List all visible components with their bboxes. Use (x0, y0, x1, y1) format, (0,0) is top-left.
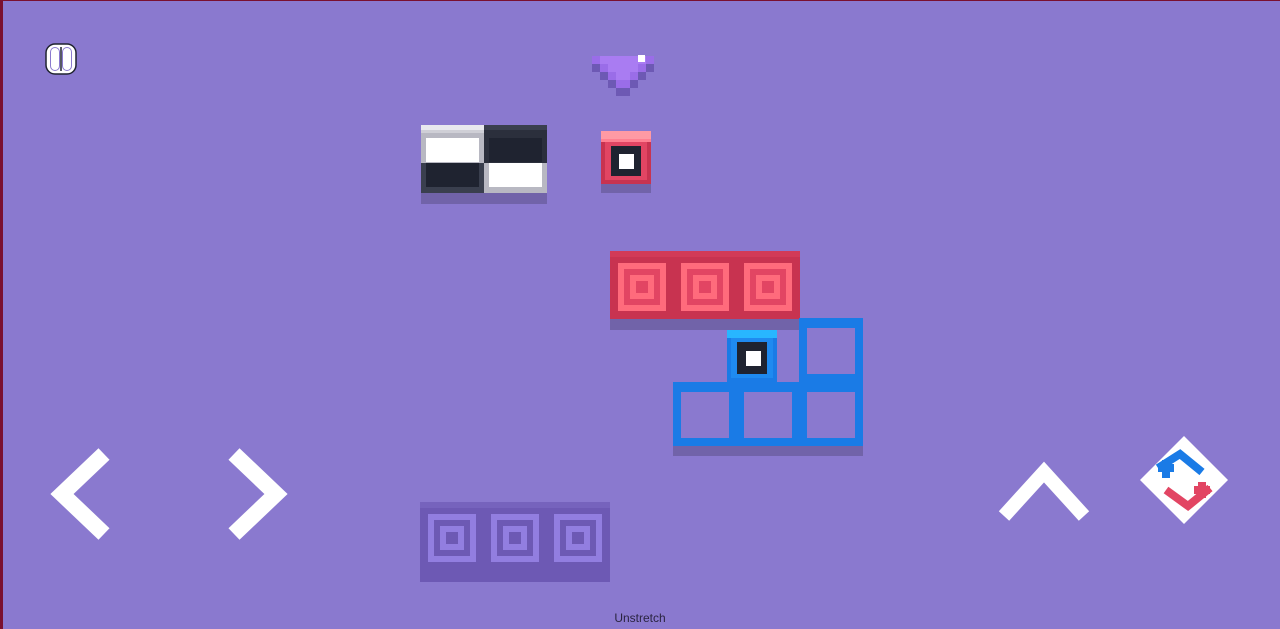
game-stage: Unstretch (0, 0, 1280, 629)
purple-block-row (420, 502, 610, 582)
red-block-3 (744, 263, 792, 311)
window-edge-top (0, 0, 1280, 1)
heart-gem-icon (592, 55, 654, 96)
purple-block-1 (428, 514, 476, 562)
chevron-right-icon[interactable] (218, 444, 292, 544)
window-edge-left (0, 0, 3, 629)
chevron-left-icon[interactable] (46, 444, 120, 544)
red-block-2 (681, 263, 729, 311)
red-block-1 (618, 263, 666, 311)
pause-icon[interactable] (44, 42, 78, 76)
purple-block-2 (491, 514, 539, 562)
purple-block-3 (554, 514, 602, 562)
footer-label: Unstretch (614, 611, 666, 625)
red-player-shadow (601, 183, 651, 193)
red-player-character[interactable] (601, 131, 651, 184)
blue-outline-block-bottom-2 (736, 382, 800, 446)
swap-characters-icon[interactable] (1136, 432, 1232, 528)
blue-player-character[interactable] (727, 330, 777, 382)
blue-outline-block-bottom-1 (673, 382, 737, 446)
blue-outline-block-bottom-3 (799, 382, 863, 446)
checker-block (421, 125, 547, 193)
red-block-row (610, 251, 800, 319)
chevron-up-icon[interactable] (996, 458, 1092, 524)
blue-outline-block-top (799, 318, 863, 382)
